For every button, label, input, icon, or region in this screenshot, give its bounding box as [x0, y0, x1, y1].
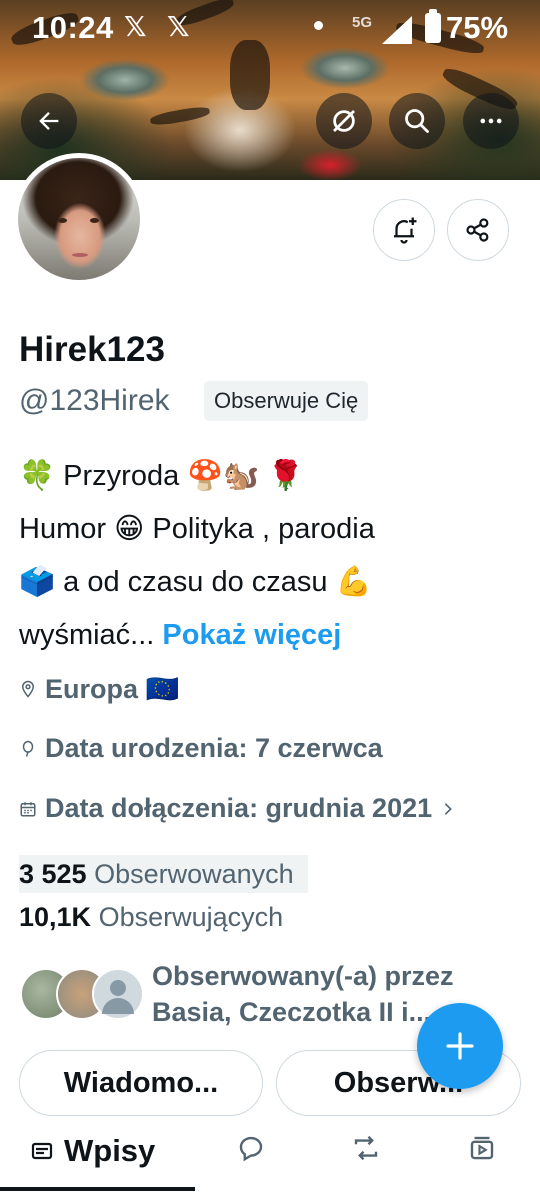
search-button[interactable]: [389, 93, 445, 149]
share-button[interactable]: [447, 199, 509, 261]
chevron-right-icon: [444, 802, 452, 815]
posts-icon: [31, 1142, 53, 1160]
active-tab-indicator: [0, 1187, 195, 1191]
birthday-row: Data urodzenia: 7 czerwca: [19, 733, 383, 764]
display-name: Hirek123: [19, 330, 165, 369]
status-bar: 10:24 𝕏 𝕏 5G 75%: [0, 0, 540, 58]
x-notification-icon: 𝕏: [167, 11, 190, 42]
arrow-left-icon: [39, 112, 59, 130]
search-icon: [405, 109, 429, 133]
followed-by-line: Obserwowany(-a) przez: [152, 961, 454, 991]
followers-label: Obserwujących: [98, 902, 284, 932]
network-type: 5G: [352, 14, 373, 31]
avatar-image: [18, 158, 140, 280]
tab-posts[interactable]: Wpisy: [28, 1133, 155, 1169]
follower-avatar-default: [92, 968, 144, 1020]
grok-button[interactable]: [316, 93, 372, 149]
bio-line-last: wyśmiać... Pokaż więcej: [19, 609, 519, 662]
bell-plus-icon: [394, 217, 417, 244]
location-text: Europa 🇪🇺: [45, 674, 180, 704]
default-user-icon: [102, 980, 134, 1014]
followers-count-link[interactable]: 10,1K Obserwujących: [19, 902, 283, 933]
notification-dot-icon: [314, 21, 323, 30]
followers-count: 10,1K: [19, 902, 92, 932]
media-icon: [470, 1136, 494, 1160]
location-pin-icon: [21, 680, 35, 698]
bio-line: Humor 😁 Polityka , parodia: [19, 513, 375, 545]
share-icon: [466, 218, 489, 242]
more-button[interactable]: [463, 93, 519, 149]
bio-line: 🗳️ a od czasu do czasu 💪: [19, 566, 372, 598]
message-button[interactable]: Wiadomo...: [19, 1050, 263, 1116]
battery-icon: [425, 9, 441, 43]
balloon-icon: [22, 740, 34, 757]
back-button[interactable]: [21, 93, 77, 149]
repost-icon: [354, 1135, 378, 1161]
joined-text: Data dołączenia: grudnia 2021: [45, 793, 433, 823]
following-label: Obserwowanych: [94, 859, 294, 889]
reply-icon: [239, 1136, 263, 1162]
x-notification-icon: 𝕏: [124, 11, 147, 42]
location-row: Europa 🇪🇺: [19, 673, 179, 705]
joined-row[interactable]: Data dołączenia: grudnia 2021: [19, 793, 456, 824]
notifications-bell-button[interactable]: [373, 199, 435, 261]
following-count: 3 525: [19, 859, 87, 889]
profile-tabs: Wpisy: [0, 1125, 540, 1200]
bio-line: wyśmiać...: [19, 619, 155, 651]
grok-icon: [333, 110, 355, 132]
battery-percent: 75%: [446, 10, 509, 45]
tab-replies[interactable]: [236, 1133, 266, 1163]
bio-line: 🍀 Przyroda 🍄🐿️ 🌹: [19, 460, 304, 492]
calendar-icon: [20, 801, 36, 816]
signal-icon: [382, 16, 412, 44]
avatar[interactable]: [13, 153, 145, 285]
user-handle: @123Hirek: [19, 384, 170, 417]
status-time: 10:24: [32, 10, 114, 45]
birthday-text: Data urodzenia: 7 czerwca: [45, 733, 383, 763]
profile-bio: 🍀 Przyroda 🍄🐿️ 🌹 Humor 😁 Polityka , paro…: [19, 450, 519, 662]
plus-icon: [446, 1032, 474, 1060]
tab-media[interactable]: [467, 1133, 497, 1163]
tab-reposts[interactable]: [350, 1133, 382, 1163]
more-icon: [480, 118, 502, 124]
follows-you-badge: Obserwuje Cię: [204, 381, 369, 421]
following-count-link[interactable]: 3 525 Obserwowanych: [19, 855, 308, 893]
show-more-link[interactable]: Pokaż więcej: [162, 619, 341, 651]
compose-post-button[interactable]: [417, 1003, 503, 1089]
tab-posts-label: Wpisy: [64, 1133, 156, 1168]
